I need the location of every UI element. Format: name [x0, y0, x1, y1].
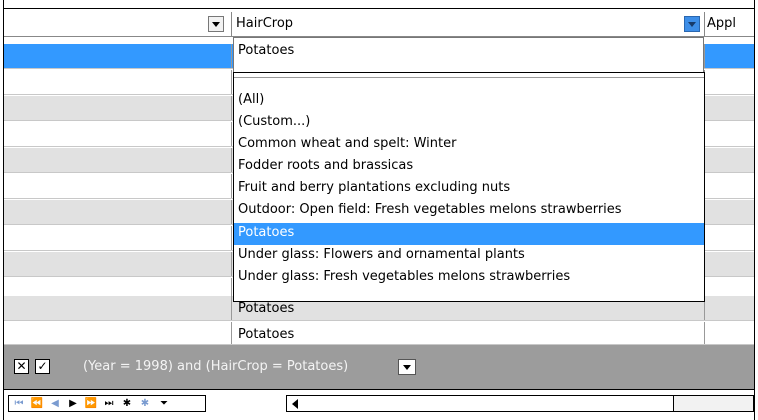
filter-icon[interactable]: ⏷ — [155, 396, 173, 411]
delete-record-icon[interactable]: ✱ — [137, 396, 153, 411]
scroll-left-icon[interactable] — [292, 399, 298, 409]
dropdown-option[interactable]: Under glass: Fresh vegetables melons str… — [234, 267, 704, 289]
filter-bar: ✕ ✓ (Year = 1998) and (HairCrop = Potato… — [4, 345, 754, 389]
next-record-icon[interactable]: ▶ — [65, 396, 81, 411]
haircrop-cell-editor[interactable]: Potatoes — [233, 37, 704, 72]
editor-value[interactable]: Potatoes — [238, 43, 294, 58]
column-filter-dropdown-button[interactable] — [208, 16, 224, 32]
dropdown-separator — [234, 77, 704, 78]
column-header-label: HairCrop — [236, 16, 294, 31]
record-navigator: ⏮ ⏪ ◀ ▶ ⏩ ⏭ ✱ ✱ ⏷ — [8, 395, 206, 412]
grid-right-border — [754, 0, 758, 420]
scrollbar-track[interactable] — [674, 395, 754, 412]
column-header-left[interactable] — [4, 12, 232, 37]
grid-top-border — [0, 0, 758, 9]
previous-record-icon[interactable]: ◀ — [47, 396, 63, 411]
filter-history-dropdown-button[interactable] — [398, 359, 416, 375]
remove-filter-button[interactable]: ✕ — [14, 359, 29, 374]
horizontal-scrollbar[interactable] — [286, 395, 674, 412]
column-header-haircrop[interactable]: HairCrop — [232, 12, 705, 37]
dropdown-option[interactable]: Fodder roots and brassicas — [234, 156, 704, 178]
dropdown-option[interactable]: (All) — [234, 90, 704, 112]
last-record-icon[interactable]: ⏭ — [101, 396, 117, 411]
haircrop-dropdown-list[interactable]: (All) (Custom...) Common wheat and spelt… — [233, 72, 705, 302]
table-cell-haircrop[interactable]: Potatoes — [238, 301, 294, 316]
dropdown-option[interactable]: Common wheat and spelt: Winter — [234, 134, 704, 156]
dropdown-option[interactable]: Fruit and berry plantations excluding nu… — [234, 178, 704, 200]
dropdown-option[interactable]: (Custom...) — [234, 112, 704, 134]
next-page-icon[interactable]: ⏩ — [83, 396, 99, 411]
haircrop-filter-dropdown-button[interactable] — [684, 16, 700, 32]
filter-enabled-checkbox[interactable]: ✓ — [35, 359, 50, 374]
filter-expression[interactable]: (Year = 1998) and (HairCrop = Potatoes) — [83, 359, 348, 374]
previous-page-icon[interactable]: ⏪ — [29, 396, 45, 411]
column-header-label: Appl — [707, 16, 737, 31]
dropdown-option[interactable]: Under glass: Flowers and ornamental plan… — [234, 245, 704, 267]
insert-record-icon[interactable]: ✱ — [119, 396, 135, 411]
data-grid: HairCrop Appl Potatoes Potatoes Potatoes… — [0, 0, 758, 420]
navigator-bar: ⏮ ⏪ ◀ ▶ ⏩ ⏭ ✱ ✱ ⏷ — [4, 389, 754, 417]
dropdown-option-selected[interactable]: Potatoes — [234, 223, 704, 245]
first-record-icon[interactable]: ⏮ — [11, 396, 27, 411]
table-row[interactable]: Potatoes — [4, 322, 754, 345]
dropdown-option[interactable]: Outdoor: Open field: Fresh vegetables me… — [234, 200, 704, 222]
column-header-next[interactable]: Appl — [705, 12, 754, 37]
table-cell-haircrop[interactable]: Potatoes — [238, 327, 294, 342]
